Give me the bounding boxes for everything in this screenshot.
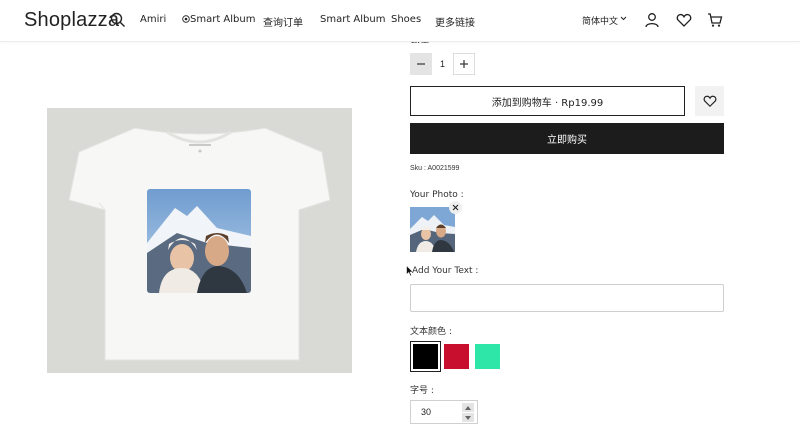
user-icon[interactable] [644, 12, 660, 28]
close-icon [452, 204, 459, 211]
add-text-label: Add Your Text : [412, 266, 479, 276]
font-size-stepper[interactable]: 30 [410, 400, 478, 424]
custom-text-input[interactable] [410, 284, 724, 312]
site-header: Shoplazza Amiri Smart Album 查询订单 Smart A… [0, 0, 800, 42]
font-size-value: 30 [421, 407, 432, 417]
nav-item-shoes[interactable]: Shoes [391, 14, 421, 25]
uploaded-photo-thumbnail[interactable] [410, 207, 455, 252]
minus-icon [417, 63, 425, 65]
buy-now-button[interactable]: 立即购买 [410, 123, 724, 154]
caret-down-icon [465, 415, 471, 420]
language-selector[interactable]: 简体中文 [582, 14, 618, 27]
nav-item-order-lookup[interactable]: 查询订单 [263, 14, 303, 29]
caret-up-icon [465, 405, 471, 410]
nav-item-more-links[interactable]: 更多链接 [435, 14, 475, 29]
heart-icon[interactable] [676, 12, 692, 28]
tshirt-illustration [47, 108, 352, 373]
quantity-increase-button[interactable] [453, 53, 475, 75]
cart-icon[interactable] [707, 12, 723, 28]
nav-item-label: Smart Album [190, 14, 256, 25]
heart-icon [703, 95, 716, 108]
chevron-down-icon[interactable] [620, 15, 627, 22]
store-logo[interactable]: Shoplazza [24, 9, 119, 32]
color-swatch-green[interactable] [475, 344, 500, 369]
plus-icon [460, 60, 468, 68]
quantity-value[interactable]: 1 [432, 53, 453, 75]
color-swatch-red[interactable] [444, 344, 469, 369]
color-swatch-black[interactable] [410, 341, 441, 372]
nav-item-amiri[interactable]: Amiri [140, 14, 166, 25]
add-to-cart-button[interactable]: 添加到购物车 · Rp19.99 [410, 86, 685, 116]
font-size-label: 字号 : [410, 386, 434, 396]
wishlist-button[interactable] [695, 86, 724, 116]
photo-label: Your Photo : [410, 190, 464, 200]
font-size-decrease-button[interactable] [462, 413, 474, 422]
camera-icon [182, 15, 190, 23]
sku-text: Sku : A0021599 [410, 165, 460, 172]
font-size-increase-button[interactable] [462, 403, 474, 412]
search-icon[interactable] [110, 12, 126, 28]
text-color-label: 文本颜色 : [410, 327, 452, 337]
product-image[interactable] [47, 108, 352, 373]
photo-thumbnail-image [410, 207, 455, 252]
quantity-decrease-button[interactable] [410, 53, 432, 75]
remove-photo-button[interactable] [449, 201, 462, 214]
nav-item-smart-album-2[interactable]: Smart Album [320, 14, 385, 25]
nav-item-smart-album-1[interactable]: Smart Album [182, 14, 255, 25]
